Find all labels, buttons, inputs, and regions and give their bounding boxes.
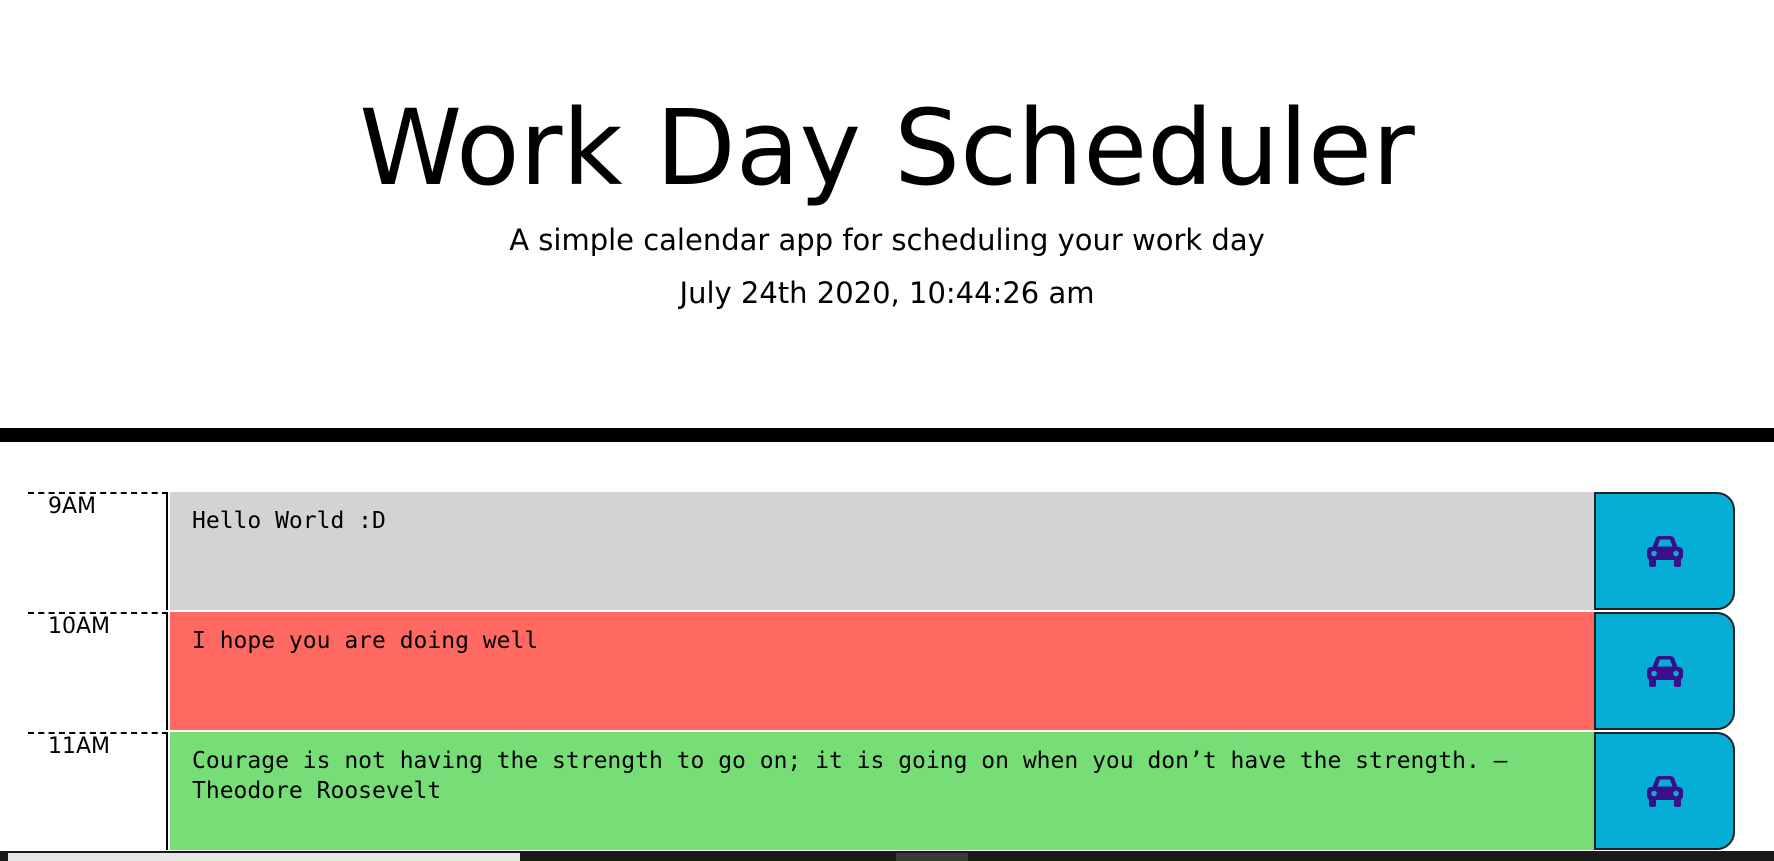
- taskbar-app-button[interactable]: [896, 853, 968, 861]
- description-input[interactable]: Hello World :D: [170, 492, 1594, 610]
- current-day: July 24th 2020, 10:44:26 am: [679, 276, 1095, 310]
- time-block: 11AM Courage is not having the strength …: [28, 732, 1735, 850]
- header-divider: [0, 428, 1774, 442]
- page-header: Work Day Scheduler A simple calendar app…: [0, 0, 1774, 428]
- taskbar-search-box[interactable]: [8, 853, 520, 861]
- time-block: 9AM Hello World :D: [28, 492, 1735, 610]
- time-block: 10AM I hope you are doing well: [28, 612, 1735, 730]
- save-button[interactable]: [1594, 612, 1735, 730]
- description-input[interactable]: I hope you are doing well: [170, 612, 1594, 730]
- save-button[interactable]: [1594, 492, 1735, 610]
- car-icon: [1644, 654, 1686, 688]
- hour-label: 10AM: [28, 612, 168, 730]
- car-icon: [1644, 534, 1686, 568]
- page-title: Work Day Scheduler: [359, 87, 1415, 209]
- page-subtitle: A simple calendar app for scheduling you…: [509, 223, 1265, 257]
- hour-label: 11AM: [28, 732, 168, 850]
- save-button[interactable]: [1594, 732, 1735, 850]
- hour-label: 9AM: [28, 492, 168, 610]
- car-icon: [1644, 774, 1686, 808]
- description-input[interactable]: Courage is not having the strength to go…: [170, 732, 1594, 850]
- schedule-container: 9AM Hello World :D 10AM I hope you are d…: [28, 492, 1735, 852]
